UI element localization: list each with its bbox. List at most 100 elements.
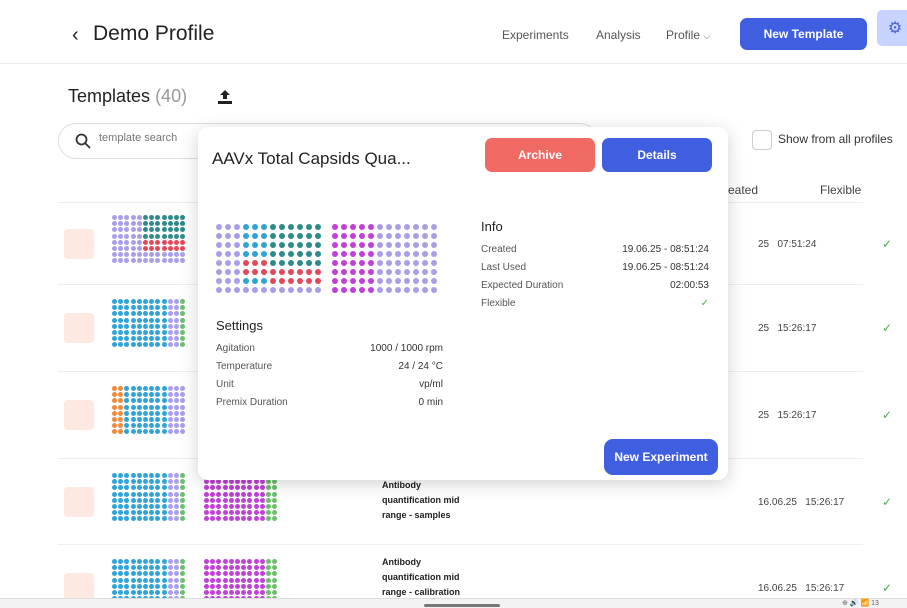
plate-well bbox=[173, 410, 179, 416]
plate-well bbox=[130, 392, 136, 398]
plate-well bbox=[279, 242, 285, 248]
plate-well bbox=[228, 485, 234, 491]
plate-well bbox=[167, 589, 173, 595]
plate-well bbox=[136, 565, 142, 571]
plate-well bbox=[228, 559, 234, 564]
column-header-created[interactable]: reated bbox=[724, 183, 758, 197]
plate-well bbox=[265, 565, 271, 571]
plate-well bbox=[136, 329, 142, 335]
plate-well bbox=[350, 242, 356, 248]
plate-well bbox=[173, 221, 179, 227]
plate-well bbox=[216, 491, 222, 497]
plate-well bbox=[155, 239, 161, 245]
details-button[interactable]: Details bbox=[602, 138, 712, 172]
template-search-input[interactable] bbox=[99, 132, 199, 144]
plate-well bbox=[155, 398, 161, 404]
plate-well bbox=[210, 485, 216, 491]
plate-well bbox=[234, 260, 240, 266]
scroll-indicator[interactable] bbox=[424, 604, 500, 607]
plate-well bbox=[180, 245, 186, 251]
plate-well bbox=[142, 221, 148, 227]
favorite-toggle[interactable] bbox=[64, 229, 94, 259]
plate-well bbox=[173, 473, 179, 478]
plate-well bbox=[270, 233, 276, 239]
plate-well bbox=[297, 224, 303, 230]
plate-well bbox=[431, 260, 437, 266]
plate-well bbox=[252, 242, 258, 248]
plate-well bbox=[142, 565, 148, 571]
plate-well bbox=[149, 404, 155, 410]
system-tray: ⊕ 🔊 📶 13 bbox=[842, 600, 879, 607]
plate-well bbox=[315, 233, 321, 239]
plate-well bbox=[130, 491, 136, 497]
plate-well bbox=[142, 571, 148, 577]
plate-well bbox=[130, 317, 136, 323]
plate-well bbox=[216, 269, 222, 275]
plate-well bbox=[136, 491, 142, 497]
plate-well bbox=[118, 239, 124, 245]
plate-well bbox=[124, 215, 130, 220]
plate-well bbox=[167, 221, 173, 227]
row-created: 25 07:51:24 bbox=[758, 239, 817, 250]
plate-well bbox=[149, 299, 155, 304]
plate-well bbox=[173, 559, 179, 564]
plate-well bbox=[243, 233, 249, 239]
plate-well bbox=[222, 510, 228, 516]
plate-well bbox=[173, 336, 179, 342]
plate-well bbox=[261, 251, 267, 257]
plate-well bbox=[341, 260, 347, 266]
plate-well bbox=[173, 239, 179, 245]
plate-well bbox=[252, 278, 258, 284]
plate-well bbox=[155, 342, 161, 348]
new-experiment-button[interactable]: New Experiment bbox=[604, 439, 718, 475]
archive-button[interactable]: Archive bbox=[485, 138, 595, 172]
plate-well bbox=[288, 269, 294, 275]
plate-well bbox=[377, 269, 383, 275]
plate-well bbox=[136, 510, 142, 516]
plate-well bbox=[130, 510, 136, 516]
plate-well bbox=[142, 410, 148, 416]
plate-well bbox=[118, 565, 124, 571]
plate-well bbox=[130, 221, 136, 227]
plate-well bbox=[395, 224, 401, 230]
info-label: Last Used bbox=[481, 262, 527, 273]
show-all-profiles-checkbox[interactable] bbox=[752, 130, 772, 150]
new-template-button[interactable]: New Template bbox=[740, 18, 867, 50]
template-name[interactable]: Antibody quantification mid range - cali… bbox=[382, 555, 460, 600]
plate-well bbox=[225, 287, 231, 293]
plate-well bbox=[155, 299, 161, 304]
info-value: 19.06.25 - 08:51:24 bbox=[622, 262, 709, 273]
plate-well bbox=[124, 239, 130, 245]
plate-well bbox=[112, 565, 117, 571]
plate-well bbox=[241, 577, 247, 583]
settings-button[interactable]: ⚙ bbox=[877, 10, 907, 46]
back-chevron-icon[interactable]: ‹ bbox=[72, 24, 79, 47]
plate-well bbox=[332, 251, 338, 257]
plate-well bbox=[222, 516, 228, 522]
nav-analysis[interactable]: Analysis bbox=[596, 28, 641, 42]
plate-well bbox=[386, 242, 392, 248]
template-name[interactable]: Antibody quantification mid range - samp… bbox=[382, 478, 460, 523]
plate-well bbox=[180, 317, 186, 323]
upload-icon[interactable] bbox=[216, 88, 234, 106]
plate-well bbox=[180, 299, 186, 304]
plate-well bbox=[118, 404, 124, 410]
plate-well bbox=[180, 583, 186, 589]
plate-well bbox=[270, 278, 276, 284]
plate-well bbox=[173, 392, 179, 398]
favorite-toggle[interactable] bbox=[64, 400, 94, 430]
plate-well bbox=[210, 571, 216, 577]
plate-well bbox=[306, 278, 312, 284]
plate-well bbox=[297, 278, 303, 284]
plate-well bbox=[180, 221, 186, 227]
plate-well bbox=[395, 260, 401, 266]
plate-well bbox=[155, 577, 161, 583]
nav-experiments[interactable]: Experiments bbox=[502, 28, 569, 42]
favorite-toggle[interactable] bbox=[64, 313, 94, 343]
plate-well bbox=[136, 336, 142, 342]
plate-well bbox=[204, 571, 209, 577]
nav-profile[interactable]: Profile ⌵ bbox=[666, 28, 710, 42]
favorite-toggle[interactable] bbox=[64, 487, 94, 517]
column-header-flexible[interactable]: Flexible bbox=[820, 183, 861, 197]
plate-well bbox=[261, 242, 267, 248]
